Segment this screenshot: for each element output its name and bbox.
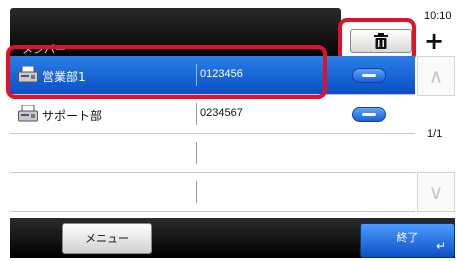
clock: 10:10: [424, 10, 452, 22]
chevron-down-icon: ∨: [428, 180, 444, 204]
selected-row-highlight: [6, 45, 327, 99]
details-button[interactable]: [352, 68, 386, 83]
enter-icon: ↵: [435, 239, 446, 253]
address-book-screen: メンバー 10:10 + 営業部1 0123456 サポート部 0234567 …: [0, 0, 457, 261]
list-item-empty: [10, 173, 415, 212]
member-name: サポート部: [42, 109, 103, 123]
chevron-up-icon: ∧: [428, 64, 444, 88]
menu-button[interactable]: メニュー: [62, 223, 152, 254]
list-item[interactable]: サポート部 0234567: [10, 95, 415, 134]
column-divider: [196, 103, 197, 125]
member-number: 0234567: [200, 107, 243, 119]
end-button[interactable]: 終了 ↵: [360, 223, 455, 258]
details-button[interactable]: [352, 107, 386, 122]
add-button[interactable]: +: [420, 27, 448, 55]
scrollbar: ∧ 1/1 ∨: [417, 56, 455, 212]
list-item-empty: [10, 134, 415, 173]
scroll-up-button[interactable]: ∧: [417, 56, 455, 96]
scroll-down-button[interactable]: ∨: [417, 172, 455, 212]
column-divider: [196, 181, 197, 203]
column-divider: [196, 142, 197, 164]
page-indicator: 1/1: [427, 128, 443, 140]
fax-machine-icon: [18, 105, 38, 122]
footer-bar: メニュー 終了 ↵: [10, 218, 455, 258]
